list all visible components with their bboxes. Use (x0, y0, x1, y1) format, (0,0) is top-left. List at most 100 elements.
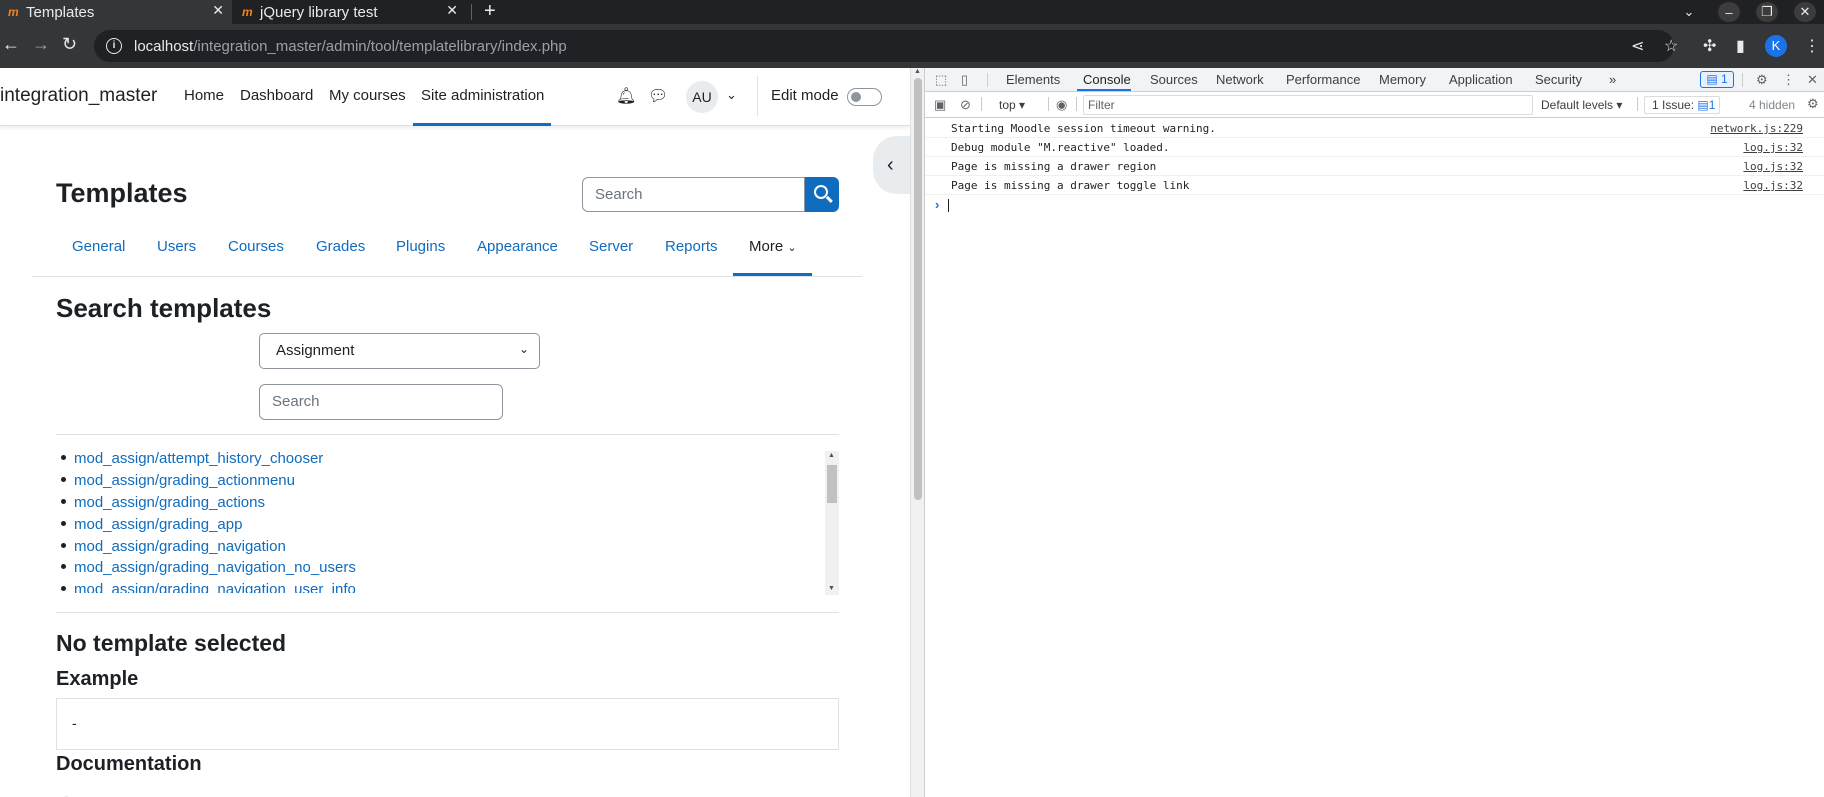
close-tab-icon[interactable]: ✕ (446, 2, 458, 19)
tab-server[interactable]: Server (589, 238, 633, 255)
list-item[interactable]: mod_assign/grading_navigation_user_info (56, 581, 356, 593)
minimize-window-icon[interactable]: – (1718, 2, 1740, 22)
address-bar[interactable]: i localhost/integration_master/admin/too… (94, 30, 1674, 62)
list-item[interactable]: mod_assign/grading_app (56, 516, 242, 533)
console-message: Debug module "M.reactive" loaded. log.js… (925, 138, 1824, 157)
tab-search-chevron-icon[interactable]: ⌄ (1678, 2, 1700, 22)
devtools-tab-network[interactable]: Network (1216, 72, 1264, 87)
template-link[interactable]: mod_assign/attempt_history_chooser (74, 450, 323, 467)
secondary-nav-divider (32, 276, 862, 277)
forward-arrow-icon[interactable]: → (32, 34, 50, 55)
console-filter-input[interactable]: Filter (1083, 95, 1533, 115)
customize-menu-icon[interactable]: ⋮ (1782, 72, 1795, 88)
devtools-tab-elements[interactable]: Elements (1006, 72, 1060, 87)
console-source-link[interactable]: log.js:32 (1743, 160, 1803, 173)
edit-mode-label: Edit mode (771, 87, 839, 104)
devtools-panel: ⬚ ▯ Elements Console Sources Network Per… (924, 68, 1824, 797)
template-link[interactable]: mod_assign/grading_actions (74, 494, 265, 511)
browser-menu-icon[interactable]: ⋮ (1804, 36, 1820, 56)
nav-home[interactable]: Home (184, 87, 224, 104)
messages-chat-icon[interactable]: 💬︎ (648, 86, 668, 106)
tab-users[interactable]: Users (157, 238, 196, 255)
user-avatar[interactable]: AU (686, 81, 718, 113)
list-item[interactable]: mod_assign/attempt_history_chooser (56, 450, 323, 467)
device-toolbar-icon[interactable]: ▯ (961, 72, 968, 88)
context-value: top (999, 98, 1016, 112)
scrollbar-thumb[interactable] (827, 465, 837, 503)
console-source-link[interactable]: log.js:32 (1743, 179, 1803, 192)
close-window-icon[interactable]: ✕ (1794, 2, 1816, 22)
search-submit-button[interactable] (805, 177, 839, 212)
tab-more[interactable]: More ⌄ (749, 238, 797, 255)
bookmark-star-icon[interactable]: ☆ (1664, 36, 1678, 56)
devtools-tab-console[interactable]: Console (1083, 72, 1131, 87)
devtools-tab-application[interactable]: Application (1449, 72, 1513, 87)
nav-site-administration[interactable]: Site administration (421, 87, 544, 104)
side-panel-icon[interactable]: ▮ (1736, 36, 1745, 56)
console-input-cursor[interactable] (948, 199, 949, 212)
list-item[interactable]: mod_assign/grading_actionmenu (56, 472, 295, 489)
show-sidebar-icon[interactable]: ▣ (934, 97, 946, 113)
drawer-toggle-button[interactable]: ‹ (873, 136, 910, 194)
log-levels-dropdown[interactable]: Default levels ▾ (1541, 98, 1622, 112)
component-select[interactable]: Assignment ⌄ (259, 333, 540, 369)
devtools-tab-security[interactable]: Security (1535, 72, 1582, 87)
issues-button[interactable]: 1 Issue: ▤1 (1644, 96, 1720, 114)
devtools-tab-performance[interactable]: Performance (1286, 72, 1360, 87)
tab-courses[interactable]: Courses (228, 238, 284, 255)
clear-console-icon[interactable]: ⊘ (960, 97, 971, 113)
scroll-down-arrow-icon[interactable]: ▼ (828, 585, 835, 592)
template-link[interactable]: mod_assign/grading_navigation (74, 538, 286, 555)
more-tabs-icon[interactable]: » (1609, 72, 1616, 87)
console-source-link[interactable]: network.js:229 (1710, 122, 1803, 135)
template-link[interactable]: mod_assign/grading_app (74, 516, 242, 533)
share-icon[interactable]: ⋖ (1631, 36, 1644, 56)
settings-gear-icon[interactable]: ⚙ (1756, 72, 1768, 88)
template-link[interactable]: mod_assign/grading_navigation_user_info (74, 581, 356, 593)
devtools-tab-sources[interactable]: Sources (1150, 72, 1198, 87)
nav-my-courses[interactable]: My courses (329, 87, 406, 104)
tab-appearance[interactable]: Appearance (477, 238, 558, 255)
tab-grades[interactable]: Grades (316, 238, 365, 255)
scroll-up-arrow-icon[interactable]: ▲ (828, 452, 835, 459)
console-source-link[interactable]: log.js:32 (1743, 141, 1803, 154)
notifications-bell-icon[interactable]: 🔔︎ (616, 86, 636, 106)
close-tab-icon[interactable]: ✕ (212, 2, 224, 19)
course-search-input[interactable]: Search (582, 177, 805, 212)
restore-window-icon[interactable]: ❐ (1756, 2, 1778, 22)
tab-reports[interactable]: Reports (665, 238, 718, 255)
profile-avatar[interactable]: K (1765, 35, 1787, 57)
search-templates-heading: Search templates (56, 293, 272, 323)
browser-tab-templates[interactable]: m Templates ✕ (0, 0, 232, 24)
site-info-icon[interactable]: i (106, 38, 122, 54)
template-list-scrollbar[interactable]: ▲ ▼ (825, 451, 839, 595)
context-selector[interactable]: top ▾ (999, 98, 1025, 112)
nav-dashboard[interactable]: Dashboard (240, 87, 313, 104)
back-arrow-icon[interactable]: ← (2, 34, 20, 55)
edit-mode-toggle[interactable] (847, 88, 882, 106)
tab-general[interactable]: General (72, 238, 125, 255)
scroll-up-arrow-icon[interactable]: ▲ (914, 68, 921, 75)
inspect-element-icon[interactable]: ⬚ (935, 72, 947, 88)
template-link[interactable]: mod_assign/grading_navigation_no_users (74, 559, 356, 576)
reload-icon[interactable]: ↻ (62, 34, 77, 55)
tab-plugins[interactable]: Plugins (396, 238, 445, 255)
new-tab-button[interactable]: + (484, 0, 496, 22)
page-scrollbar[interactable]: ▲ (910, 68, 924, 797)
live-expression-eye-icon[interactable]: ◉ (1056, 97, 1067, 113)
devtools-tab-memory[interactable]: Memory (1379, 72, 1426, 87)
messages-badge[interactable]: ▤ 1 (1700, 71, 1734, 88)
close-devtools-icon[interactable]: ✕ (1807, 72, 1818, 88)
browser-tab-jquery[interactable]: m jQuery library test ✕ (234, 0, 466, 24)
site-brand[interactable]: integration_master (0, 85, 157, 107)
extensions-puzzle-icon[interactable]: ✣ (1703, 36, 1716, 56)
list-item[interactable]: mod_assign/grading_actions (56, 494, 265, 511)
user-menu-chevron-icon[interactable]: ⌄ (726, 87, 737, 103)
template-search-input[interactable]: Search (259, 384, 503, 420)
console-settings-gear-icon[interactable]: ⚙ (1807, 96, 1819, 112)
devtools-tabbar: ⬚ ▯ Elements Console Sources Network Per… (925, 68, 1824, 92)
list-item[interactable]: mod_assign/grading_navigation_no_users (56, 559, 356, 576)
scrollbar-thumb[interactable] (914, 78, 922, 500)
list-item[interactable]: mod_assign/grading_navigation (56, 538, 286, 555)
template-link[interactable]: mod_assign/grading_actionmenu (74, 472, 295, 489)
